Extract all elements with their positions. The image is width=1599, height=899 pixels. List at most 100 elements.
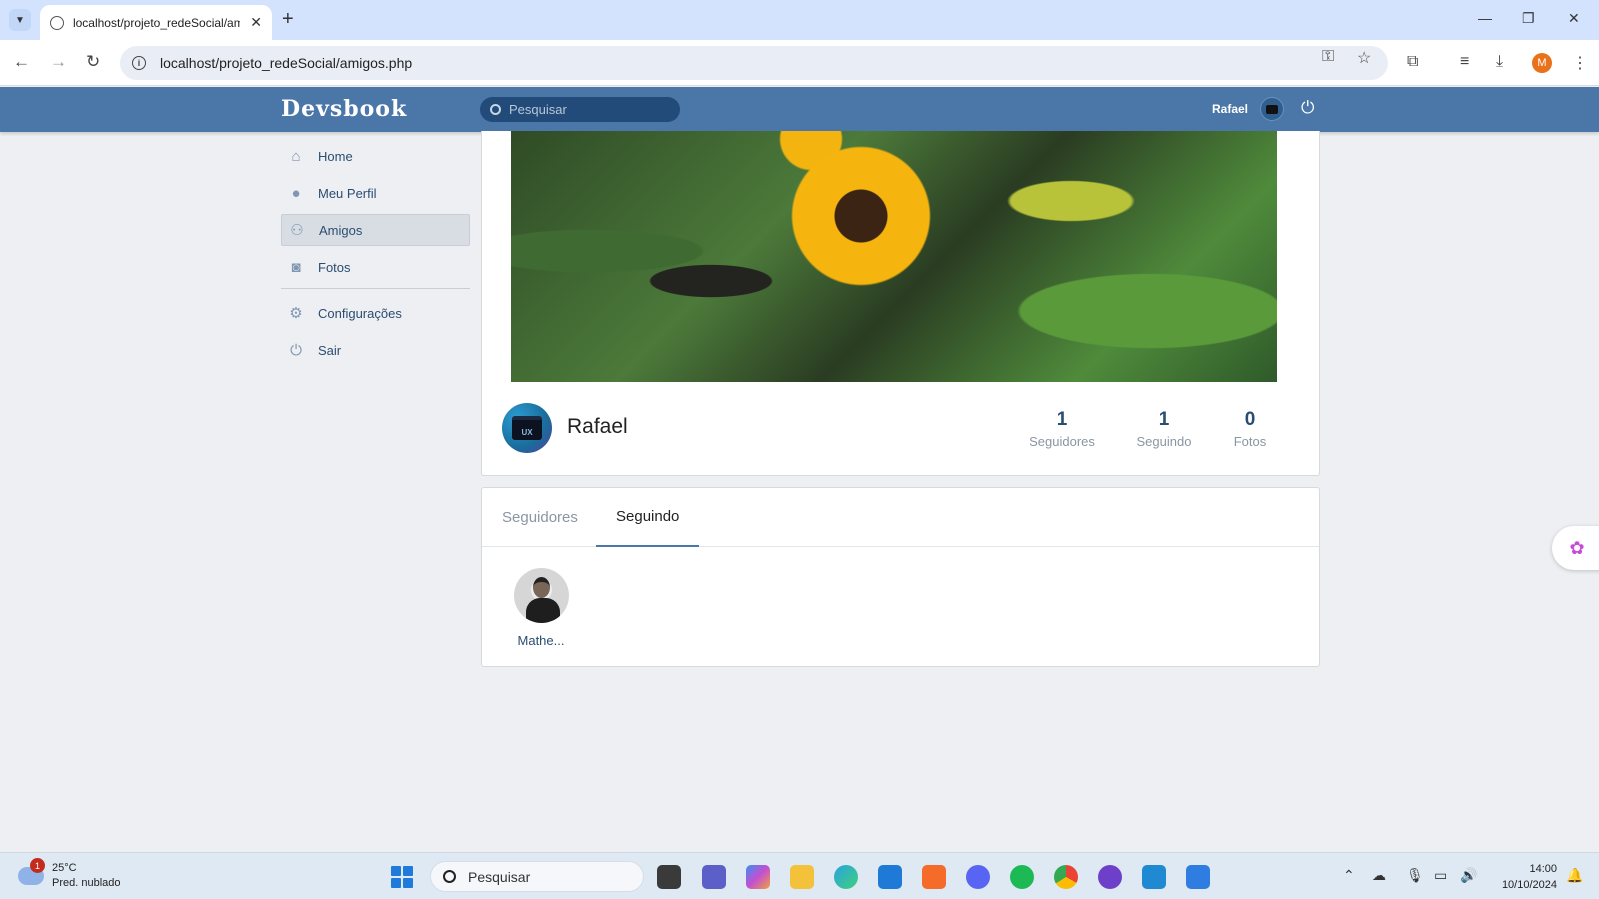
address-bar[interactable]: i localhost/projeto_redeSocial/amigos.ph… bbox=[120, 46, 1388, 80]
network-icon[interactable]: ▭ bbox=[1434, 867, 1447, 884]
tab-search-dropdown[interactable]: ▼ bbox=[9, 9, 31, 31]
task-view-icon[interactable] bbox=[657, 865, 681, 889]
sidebar-item-fotos[interactable]: ◙ Fotos bbox=[281, 251, 470, 283]
sidebar-item-sair[interactable]: ⏻ Sair bbox=[281, 334, 470, 366]
bookmark-star-icon[interactable]: ☆ bbox=[1357, 48, 1371, 68]
teams-icon[interactable] bbox=[702, 865, 726, 889]
clock-date: 10/10/2024 bbox=[1501, 879, 1557, 891]
clock[interactable]: 14:00 10/10/2024 bbox=[1487, 861, 1557, 893]
new-tab-button[interactable]: + bbox=[282, 8, 294, 31]
weather-temp: 25°C bbox=[52, 862, 77, 874]
browser-tab[interactable]: localhost/projeto_redeSocial/am ✕ bbox=[40, 5, 272, 40]
stat-seguidores[interactable]: 1 Seguidores bbox=[1022, 409, 1102, 449]
friend-item[interactable]: Mathe... bbox=[511, 568, 571, 648]
browser-tab-bar: ▼ localhost/projeto_redeSocial/am ✕ + — … bbox=[0, 0, 1599, 40]
start-button[interactable] bbox=[391, 866, 413, 888]
notepad-icon[interactable] bbox=[1186, 865, 1210, 889]
camera-icon: ◙ bbox=[291, 258, 301, 276]
minimize-button[interactable]: — bbox=[1478, 10, 1492, 26]
notifications-bell-icon[interactable]: 🔔 bbox=[1566, 867, 1583, 884]
search-input[interactable] bbox=[509, 102, 669, 117]
browser-toolbar: ← → ↻ i localhost/projeto_redeSocial/ami… bbox=[0, 40, 1599, 86]
stat-label: Seguindo bbox=[1136, 434, 1192, 449]
windows-taskbar: 1 25°C Pred. nublado Pesquisar ⌃ ☁ 🎙 ▭ 🔊… bbox=[0, 852, 1599, 899]
stat-label: Seguidores bbox=[1029, 434, 1095, 449]
friend-name[interactable]: Mathe... bbox=[511, 633, 571, 648]
microphone-icon[interactable]: 🎙 bbox=[1406, 867, 1424, 884]
brain-extension-icon[interactable]: ✿ bbox=[1552, 526, 1599, 570]
sidebar-item-label: Configurações bbox=[318, 305, 402, 321]
cloud-icon: 1 bbox=[18, 858, 45, 885]
stat-fotos[interactable]: 0 Fotos bbox=[1225, 409, 1275, 449]
stat-number: 1 bbox=[1158, 409, 1170, 430]
discord-icon[interactable] bbox=[966, 865, 990, 889]
friends-tabs: Seguidores Seguindo bbox=[482, 488, 1319, 547]
sidebar: ⌂ Home ● Meu Perfil ⚇ Amigos ◙ Fotos ⚙ C… bbox=[281, 140, 470, 371]
taskbar-search-text: Pesquisar bbox=[468, 868, 531, 885]
tab-seguidores[interactable]: Seguidores bbox=[482, 488, 598, 547]
sidebar-item-configuracoes[interactable]: ⚙ Configurações bbox=[281, 297, 470, 329]
avatar-text: UX bbox=[512, 416, 542, 440]
taskbar-search[interactable]: Pesquisar bbox=[430, 861, 644, 892]
friend-avatar[interactable] bbox=[513, 568, 569, 623]
gear-icon: ⚙ bbox=[289, 305, 303, 322]
search-icon bbox=[490, 104, 501, 115]
header-user-name[interactable]: Rafael bbox=[1212, 102, 1248, 116]
downloads-icon[interactable]: ⤓ bbox=[1496, 53, 1503, 71]
vscode-icon[interactable] bbox=[1142, 865, 1166, 889]
weather-desc: Pred. nublado bbox=[52, 877, 121, 889]
forward-button[interactable]: → bbox=[50, 52, 67, 72]
reload-button[interactable]: ↻ bbox=[86, 52, 100, 72]
stat-number: 0 bbox=[1244, 409, 1256, 430]
site-info-icon[interactable]: i bbox=[132, 56, 146, 70]
volume-icon[interactable]: 🔊 bbox=[1460, 867, 1477, 884]
tab-title: localhost/projeto_redeSocial/am bbox=[72, 15, 241, 30]
sidebar-item-home[interactable]: ⌂ Home bbox=[281, 140, 470, 172]
user-icon: ● bbox=[291, 184, 301, 202]
close-window-button[interactable]: ✕ bbox=[1568, 10, 1580, 27]
sidebar-item-amigos[interactable]: ⚇ Amigos bbox=[281, 214, 470, 246]
stat-seguindo[interactable]: 1 Seguindo bbox=[1129, 409, 1199, 449]
sidebar-item-label: Fotos bbox=[318, 259, 351, 275]
logout-power-icon[interactable]: ⏻ bbox=[1301, 98, 1314, 118]
profile-avatar[interactable]: M bbox=[1532, 53, 1552, 73]
tab-seguindo[interactable]: Seguindo bbox=[596, 488, 700, 547]
sidebar-item-label: Home bbox=[318, 148, 353, 164]
sidebar-divider bbox=[281, 288, 470, 289]
stat-label: Fotos bbox=[1233, 434, 1267, 449]
home-icon: ⌂ bbox=[291, 147, 301, 165]
restore-button[interactable]: ❐ bbox=[1522, 10, 1535, 27]
chrome-icon[interactable] bbox=[1054, 865, 1078, 889]
sidebar-item-label: Meu Perfil bbox=[318, 185, 377, 201]
site-logo[interactable]: Devsbook bbox=[281, 96, 407, 122]
edge-icon[interactable] bbox=[834, 865, 858, 889]
header-avatar[interactable] bbox=[1260, 97, 1284, 121]
notification-badge: 1 bbox=[30, 858, 45, 873]
copilot-icon[interactable] bbox=[746, 865, 770, 889]
site-icon bbox=[50, 15, 64, 30]
store-icon[interactable] bbox=[878, 865, 902, 889]
weather-widget[interactable]: 1 25°C Pred. nublado bbox=[18, 858, 121, 891]
url-text[interactable]: localhost/projeto_redeSocial/amigos.php bbox=[160, 55, 412, 71]
xampp-icon[interactable] bbox=[922, 865, 946, 889]
sidebar-item-meu-perfil[interactable]: ● Meu Perfil bbox=[281, 177, 470, 209]
password-key-icon[interactable]: ⚿ bbox=[1322, 48, 1334, 66]
back-button[interactable]: ← bbox=[13, 52, 30, 72]
clock-time: 14:00 bbox=[1529, 863, 1557, 875]
media-control-icon[interactable]: ≡ bbox=[1460, 53, 1469, 71]
menu-icon[interactable]: ⋮ bbox=[1572, 53, 1588, 73]
site-header: Devsbook Rafael ⏻ bbox=[0, 87, 1599, 132]
onedrive-icon[interactable]: ☁ bbox=[1372, 867, 1386, 884]
spotify-icon[interactable] bbox=[1010, 865, 1034, 889]
profile-name: Rafael bbox=[567, 415, 628, 438]
file-explorer-icon[interactable] bbox=[790, 865, 814, 889]
friends-card: Seguidores Seguindo Mathe... bbox=[481, 487, 1320, 667]
search-icon bbox=[443, 870, 456, 883]
github-desktop-icon[interactable] bbox=[1098, 865, 1122, 889]
extensions-icon[interactable]: ⧉ bbox=[1407, 53, 1418, 71]
friends-icon: ⚇ bbox=[290, 222, 304, 239]
profile-avatar-image: UX bbox=[502, 403, 552, 453]
tray-chevron-icon[interactable]: ⌃ bbox=[1343, 867, 1355, 884]
tab-close-icon[interactable]: ✕ bbox=[250, 14, 262, 31]
profile-card: UX Rafael 1 Seguidores 1 Seguindo 0 Foto… bbox=[481, 131, 1320, 476]
